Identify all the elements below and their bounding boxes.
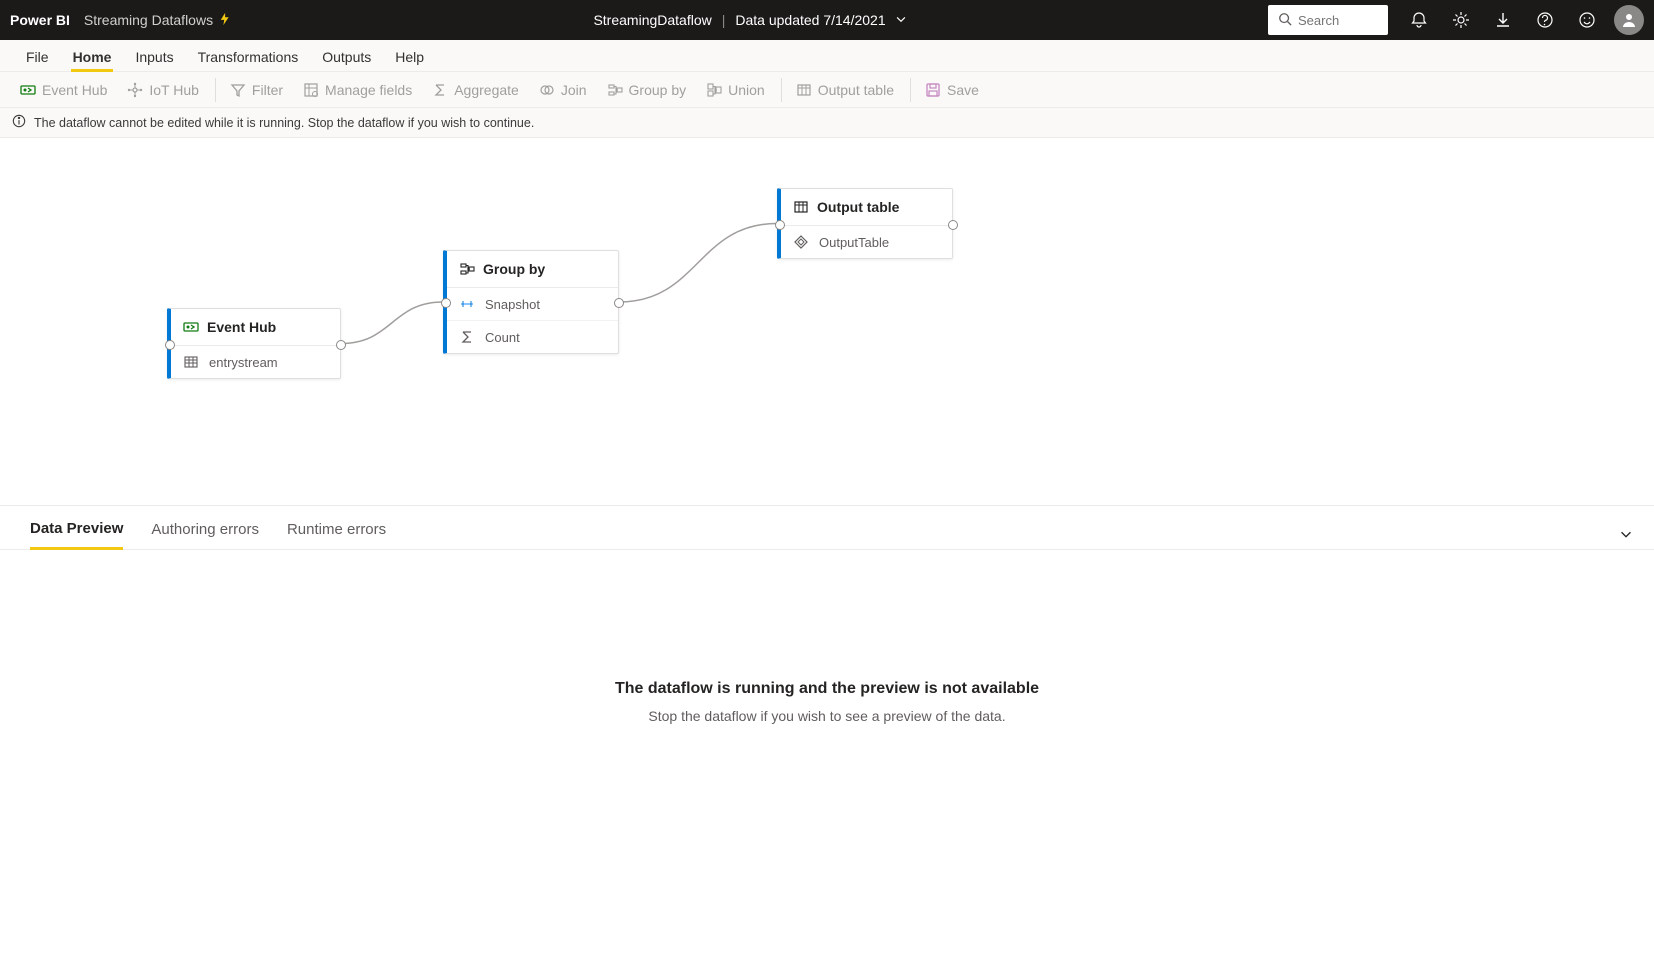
preview-empty-title: The dataflow is running and the preview …: [0, 680, 1654, 698]
search-box[interactable]: [1268, 5, 1388, 35]
ribbon-tab-file[interactable]: File: [14, 43, 61, 71]
union-button[interactable]: Union: [700, 78, 771, 102]
chevron-down-icon[interactable]: [894, 12, 908, 29]
event-hub-button[interactable]: Event Hub: [14, 78, 113, 102]
dataflow-name: StreamingDataflow: [593, 12, 711, 28]
filter-button[interactable]: Filter: [224, 78, 289, 102]
panel-tabs: Data Preview Authoring errors Runtime erro…: [0, 506, 1654, 550]
join-button[interactable]: Join: [533, 78, 593, 102]
node-eventhub[interactable]: Event Hubentrystream: [167, 308, 341, 379]
top-bar: Power BI Streaming Dataflows StreamingDa…: [0, 0, 1654, 40]
preview-empty-state: The dataflow is running and the preview …: [0, 680, 1654, 724]
panel-tab-authoring-errors[interactable]: Authoring errors: [151, 521, 259, 548]
feedback-button[interactable]: [1566, 0, 1608, 40]
aggregate-button[interactable]: Aggregate: [426, 78, 525, 102]
group-by-button[interactable]: Group by: [601, 78, 693, 102]
bolt-icon: [219, 12, 233, 29]
ribbon-tab-transformations[interactable]: Transformations: [186, 43, 311, 71]
canvas[interactable]: Event Hubentrystream Group bySnapshotCoun…: [0, 138, 1654, 506]
ribbon-tab-inputs[interactable]: Inputs: [123, 43, 185, 71]
download-button[interactable]: [1482, 0, 1524, 40]
manage-fields-button[interactable]: Manage fields: [297, 78, 418, 102]
settings-button[interactable]: [1440, 0, 1482, 40]
ribbon-tab-home[interactable]: Home: [61, 43, 124, 71]
brand-label: Power BI: [10, 12, 70, 28]
toolbar: Event Hub IoT Hub Filter Manage fields Aggre…: [0, 72, 1654, 108]
ribbon-tabs: FileHomeInputsTransformationsOutputsHelp: [0, 40, 1654, 72]
ribbon-tab-outputs[interactable]: Outputs: [310, 43, 383, 71]
iot-hub-button[interactable]: IoT Hub: [121, 78, 205, 102]
panel-tab-runtime-errors[interactable]: Runtime errors: [287, 521, 386, 548]
search-input[interactable]: [1298, 13, 1378, 28]
search-icon: [1278, 12, 1292, 29]
output-table-button[interactable]: Output table: [790, 78, 900, 102]
node-outputtable[interactable]: Output tableOutputTable: [777, 188, 953, 259]
bottom-panel: Data Preview Authoring errors Runtime erro…: [0, 506, 1654, 952]
sub-brand-label: Streaming Dataflows: [84, 12, 213, 28]
panel-tab-data-preview[interactable]: Data Preview: [30, 520, 123, 550]
save-button[interactable]: Save: [919, 78, 985, 102]
help-button[interactable]: [1524, 0, 1566, 40]
info-icon: [12, 114, 26, 131]
node-groupby[interactable]: Group bySnapshotCount: [443, 250, 619, 354]
info-bar: The dataflow cannot be edited while it i…: [0, 108, 1654, 138]
breadcrumb[interactable]: StreamingDataflow | Data updated 7/14/20…: [233, 12, 1268, 29]
info-message: The dataflow cannot be edited while it i…: [34, 116, 534, 130]
data-updated-label: Data updated 7/14/2021: [735, 12, 885, 28]
preview-empty-subtitle: Stop the dataflow if you wish to see a p…: [0, 708, 1654, 724]
collapse-panel-button[interactable]: [1618, 526, 1634, 545]
ribbon-tab-help[interactable]: Help: [383, 43, 436, 71]
notifications-button[interactable]: [1398, 0, 1440, 40]
sub-brand: Streaming Dataflows: [84, 12, 233, 29]
avatar[interactable]: [1614, 5, 1644, 35]
